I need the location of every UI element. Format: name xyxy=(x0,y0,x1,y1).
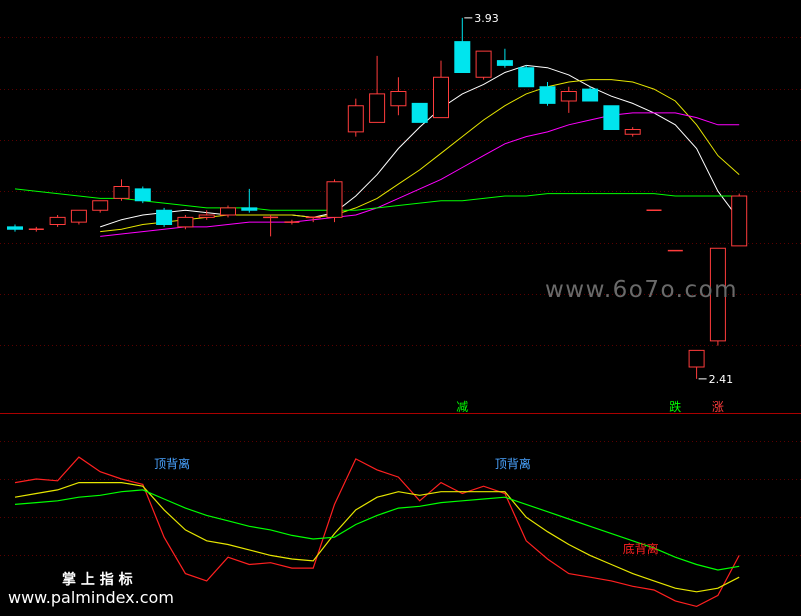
candle xyxy=(177,215,194,230)
candle xyxy=(134,186,151,204)
candle xyxy=(475,50,492,80)
candle xyxy=(326,179,343,223)
candle-body xyxy=(560,91,577,102)
candle xyxy=(603,105,620,130)
candle xyxy=(70,209,87,225)
candle-body xyxy=(156,209,173,225)
candle-body xyxy=(624,129,641,135)
candle-body xyxy=(177,216,194,228)
candle-body xyxy=(603,105,620,130)
signal-label: 减 xyxy=(456,400,468,414)
candle-body xyxy=(347,105,364,133)
candle xyxy=(411,102,428,123)
candle-body xyxy=(113,186,130,199)
candle xyxy=(518,65,535,88)
candle-body xyxy=(475,50,492,78)
stock-chart: 3.93 2.41 减 跌 涨 顶背离 顶背离底背离 www.6o7o.com 掌 上 … xyxy=(0,0,801,616)
candle-body xyxy=(582,88,599,102)
candle-body xyxy=(518,67,535,88)
candle-body xyxy=(454,41,471,73)
candle-body xyxy=(220,207,236,216)
candle-body xyxy=(92,200,109,211)
candle-body xyxy=(688,349,705,368)
candle-body xyxy=(198,214,215,218)
candle-body xyxy=(411,102,428,123)
divergence-label: 底背离 xyxy=(623,541,659,556)
candle-body xyxy=(70,209,87,223)
candle-body xyxy=(731,195,748,247)
candle-body xyxy=(433,76,449,119)
watermark-site-center: www.6o7o.com xyxy=(545,277,738,303)
candle-body xyxy=(496,60,513,66)
divergence-label: 顶背离 xyxy=(495,456,531,471)
candle xyxy=(156,207,173,227)
candle xyxy=(731,193,748,247)
candle-body xyxy=(326,181,343,218)
signal-label: 涨 xyxy=(712,399,724,414)
price-annotation-label: 3.93 xyxy=(474,12,499,25)
watermark-site-bottom: www.palmindex.com xyxy=(8,588,174,607)
candle-body xyxy=(241,207,258,211)
candle-body xyxy=(7,226,23,230)
candle-body xyxy=(49,216,66,225)
candle-body xyxy=(390,91,407,107)
candle-body xyxy=(369,93,386,123)
candle-body xyxy=(134,188,151,202)
signal-label: 跌 xyxy=(669,399,681,414)
candle-body xyxy=(539,86,556,104)
watermark-app-name: 掌 上 指 标 xyxy=(62,571,133,588)
divergence-label: 顶背离 xyxy=(154,456,190,471)
candle xyxy=(582,86,599,102)
price-annotation-label: 2.41 xyxy=(709,373,734,386)
